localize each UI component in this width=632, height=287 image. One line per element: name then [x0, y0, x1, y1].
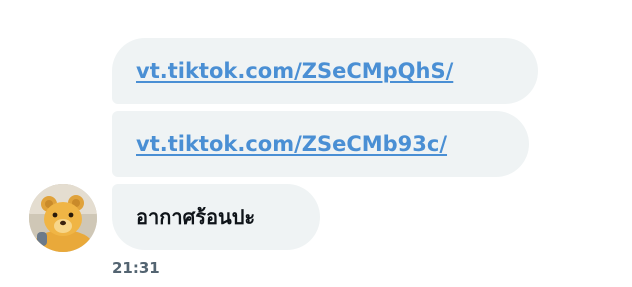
teddy-bear-avatar-icon	[29, 184, 97, 252]
message-timestamp: 21:31	[112, 259, 160, 277]
sender-avatar[interactable]	[29, 184, 97, 252]
message-text: อากาศร้อนปะ	[136, 205, 256, 229]
message-link[interactable]: vt.tiktok.com/ZSeCMb93c/	[136, 132, 447, 156]
message-link[interactable]: vt.tiktok.com/ZSeCMpQhS/	[136, 59, 453, 83]
message-thread: vt.tiktok.com/ZSeCMpQhS/ vt.tiktok.com/Z…	[0, 0, 632, 287]
message-bubble: vt.tiktok.com/ZSeCMpQhS/	[112, 38, 538, 104]
message-bubble: อากาศร้อนปะ	[112, 184, 320, 250]
message-bubble: vt.tiktok.com/ZSeCMb93c/	[112, 111, 529, 177]
